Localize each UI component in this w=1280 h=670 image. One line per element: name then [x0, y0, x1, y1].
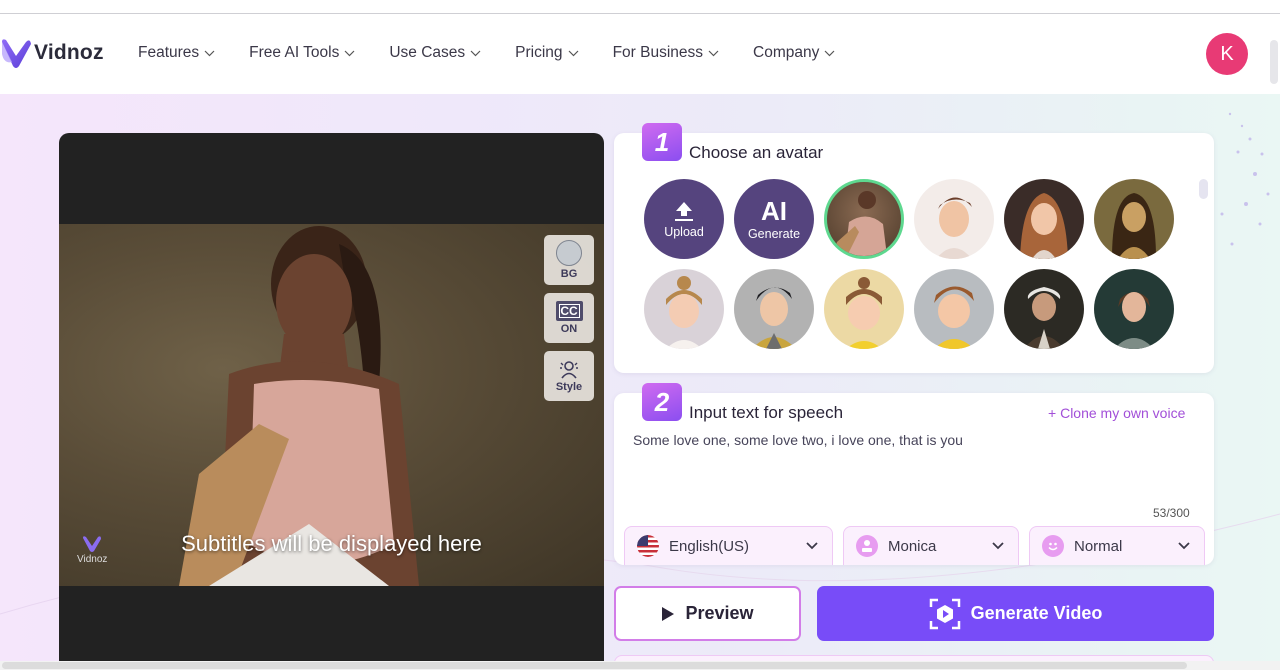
nav-label: Company: [753, 44, 820, 61]
person-icon: [856, 535, 878, 557]
tool-label: ON: [560, 323, 578, 335]
avatar-thumbnail: [1020, 193, 1068, 259]
captions-toggle-button[interactable]: CC ON: [544, 293, 594, 343]
avatar-thumbnail: [1114, 292, 1154, 349]
voice-settings: English(US) Monica Normal: [624, 526, 1205, 565]
play-icon: [662, 606, 675, 621]
video-preview: BG CC ON Style Vidnoz Subtitles will be …: [59, 133, 604, 670]
avatar-thumbnail: [833, 191, 887, 256]
style-button[interactable]: Style: [544, 351, 594, 401]
avatar-option[interactable]: [1094, 179, 1174, 259]
generate-video-icon: [929, 598, 960, 629]
avatar-option[interactable]: [914, 269, 994, 349]
upload-avatar-button[interactable]: Upload: [644, 179, 724, 259]
generate-video-button[interactable]: Generate Video: [817, 586, 1214, 641]
preview-label: Preview: [685, 603, 754, 623]
chevron-down-icon: [824, 50, 835, 56]
generate-video-label: Generate Video: [970, 603, 1103, 623]
avatar-grid: Upload AI Generate: [644, 179, 1174, 349]
chevron-down-icon: [1178, 542, 1190, 550]
chevron-down-icon: [344, 50, 355, 56]
avatar-grid-scrollbar[interactable]: [1199, 179, 1208, 199]
avatar-thumbnail: [752, 287, 796, 349]
user-avatar[interactable]: K: [1206, 33, 1248, 75]
avatar-thumbnail: [936, 197, 972, 259]
chevron-down-icon: [470, 50, 481, 56]
avatar-option[interactable]: [1004, 179, 1084, 259]
language-value: English(US): [669, 537, 750, 555]
background-button[interactable]: BG: [544, 235, 594, 285]
avatar-thumbnail: [1024, 287, 1064, 349]
choose-avatar-title: Choose an avatar: [689, 143, 824, 162]
chevron-down-icon: [992, 542, 1004, 550]
avatar-thumbnail: [846, 277, 882, 349]
step-2-badge: 2: [642, 383, 682, 421]
upload-label: Upload: [664, 224, 704, 239]
language-select[interactable]: English(US): [624, 526, 833, 565]
ai-generate-avatar-button[interactable]: AI Generate: [734, 179, 814, 259]
tool-label: BG: [560, 268, 578, 280]
horizontal-scrollbar[interactable]: [0, 661, 1280, 670]
avatar-thumbnail: [934, 286, 974, 349]
avatar-thumbnail: [666, 276, 702, 349]
us-flag-icon: [637, 535, 659, 557]
vidnoz-logo[interactable]: Vidnoz: [0, 36, 104, 70]
avatar-generator-section: BG CC ON Style Vidnoz Subtitles will be …: [0, 94, 1280, 670]
video-side-tools: BG CC ON Style: [544, 235, 594, 401]
avatar-option-selected[interactable]: [824, 179, 904, 259]
avatar-option[interactable]: [1004, 269, 1084, 349]
avatar-option[interactable]: [734, 269, 814, 349]
avatar-option[interactable]: [824, 269, 904, 349]
nav-label: Use Cases: [389, 44, 466, 61]
closed-captions-icon: CC: [555, 301, 583, 321]
nav-label: For Business: [612, 44, 704, 61]
nav-label: Pricing: [515, 44, 563, 61]
brand-name: Vidnoz: [34, 41, 104, 64]
emotion-value: Normal: [1074, 537, 1123, 555]
plus-icon: +: [1048, 405, 1061, 421]
nav-pricing[interactable]: Pricing: [515, 44, 578, 62]
character-counter: 53/300: [1153, 506, 1190, 520]
background-circle-icon: [556, 240, 582, 266]
emotion-select[interactable]: Normal: [1029, 526, 1205, 565]
avatar-thumbnail: [1112, 193, 1156, 259]
avatar-option[interactable]: [914, 179, 994, 259]
preview-button[interactable]: Preview: [614, 586, 801, 641]
chevron-down-icon: [204, 50, 215, 56]
chevron-down-icon: [568, 50, 578, 56]
nav-features[interactable]: Features: [138, 44, 215, 62]
nav-label: Features: [138, 44, 200, 61]
page-vertical-scrollbar[interactable]: [1270, 40, 1278, 84]
tool-label: Style: [555, 381, 583, 393]
choose-avatar-card: 1 Choose an avatar Upload AI Generate: [614, 123, 1214, 373]
top-navbar: Vidnoz Features Free AI Tools Use Cases …: [0, 14, 1280, 94]
nav-use-cases[interactable]: Use Cases: [389, 44, 481, 62]
main-nav: Features Free AI Tools Use Cases Pricing…: [138, 44, 869, 62]
input-text-title: Input text for speech: [689, 403, 844, 422]
generate-label: Generate: [747, 226, 801, 241]
nav-company[interactable]: Company: [753, 44, 835, 62]
upload-icon: [675, 201, 693, 221]
avatar-option[interactable]: [644, 269, 724, 349]
nav-free-ai-tools[interactable]: Free AI Tools: [249, 44, 355, 62]
subtitle-text: Subtitles will be displayed here: [181, 531, 482, 556]
vidnoz-logo-icon: [2, 39, 31, 68]
ai-icon: AI: [761, 195, 787, 226]
clone-voice-label: Clone my own voice: [1060, 405, 1186, 421]
smiley-icon: [1042, 535, 1064, 557]
horizontal-scrollbar-thumb[interactable]: [2, 662, 1187, 669]
browser-top-strip: [0, 0, 1280, 14]
step-1-badge: 1: [642, 123, 682, 161]
avatar-option[interactable]: [1094, 269, 1174, 349]
chevron-down-icon: [806, 542, 818, 550]
speech-text-card: 2 Input text for speech + Clone my own v…: [614, 383, 1214, 565]
nav-for-business[interactable]: For Business: [613, 44, 719, 62]
voice-value: Monica: [888, 537, 937, 555]
chevron-down-icon: [708, 50, 719, 56]
voice-select[interactable]: Monica: [843, 526, 1019, 565]
speech-text-input[interactable]: Some love one, some love two, i love one…: [633, 432, 1193, 502]
avatar-style-icon: [560, 361, 578, 379]
clone-voice-link[interactable]: + Clone my own voice: [1048, 405, 1185, 421]
nav-label: Free AI Tools: [249, 44, 340, 61]
